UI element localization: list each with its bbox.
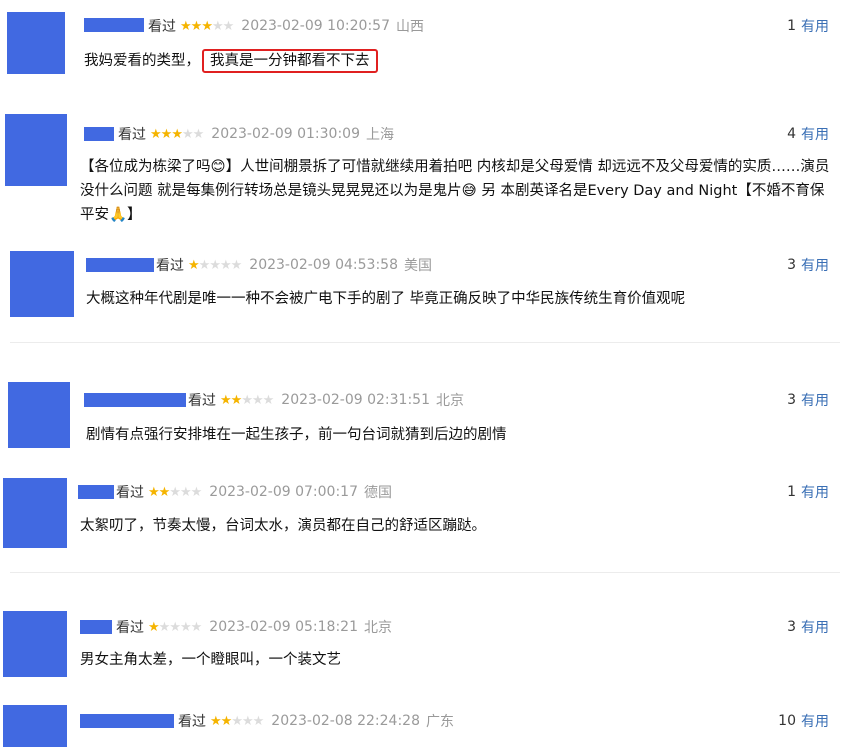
- star-icon: ★: [241, 713, 254, 729]
- avatar[interactable]: [3, 705, 67, 747]
- useful-button[interactable]: 有用: [801, 711, 829, 731]
- useful-vote: 10 有用: [778, 710, 829, 732]
- username[interactable]: [80, 714, 174, 728]
- star-icon: ★: [252, 713, 265, 729]
- rating-stars: ★ ★ ★ ★ ★: [210, 713, 265, 729]
- comment-time: 2023-02-08 22:24:28: [271, 713, 420, 729]
- comment-location: 广东: [425, 714, 454, 730]
- star-icon: ★: [231, 713, 243, 729]
- useful-count: 10: [778, 713, 796, 729]
- watch-status: 看过: [178, 714, 206, 730]
- star-icon: ★: [210, 713, 222, 729]
- comment-item: 看过 ★ ★ ★ ★ ★ 2023-02-08 22:24:28 广东 10 有用: [0, 0, 847, 747]
- comment-meta: 看过 ★ ★ ★ ★ ★ 2023-02-08 22:24:28 广东: [178, 710, 454, 732]
- star-icon: ★: [220, 713, 233, 729]
